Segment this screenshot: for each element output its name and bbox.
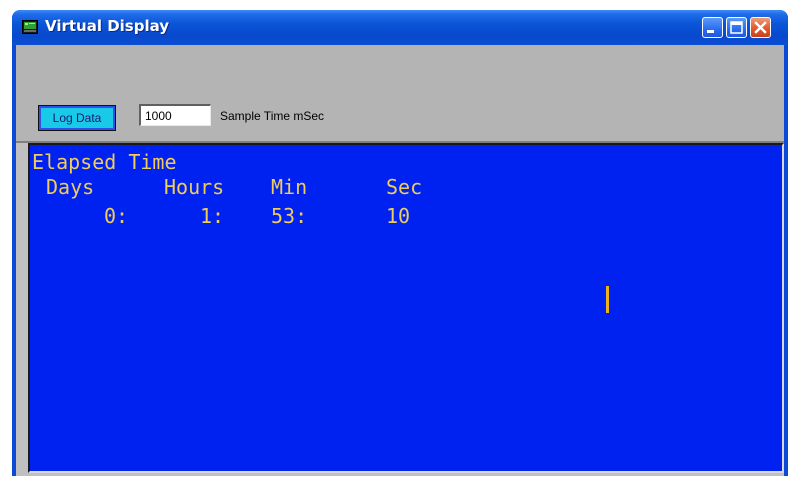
title-bar[interactable]: Virtual Display bbox=[12, 10, 788, 45]
sec-value: 10 bbox=[386, 204, 411, 228]
sample-time-label: Sample Time mSec bbox=[220, 109, 325, 123]
log-data-button[interactable]: Log Data bbox=[38, 105, 116, 131]
client-area: Log Data 1000 Sample Time mSec Elapsed T… bbox=[16, 45, 784, 476]
min-value: 53: bbox=[271, 204, 308, 228]
close-button[interactable] bbox=[750, 17, 771, 38]
app-icon bbox=[22, 19, 38, 34]
minimize-button[interactable] bbox=[702, 17, 723, 38]
elapsed-time-heading: Elapsed Time bbox=[32, 150, 177, 174]
days-value: 0: bbox=[104, 204, 129, 228]
sample-time-input[interactable]: 1000 bbox=[139, 104, 211, 126]
days-column-label: Days bbox=[46, 175, 95, 199]
hours-value: 1: bbox=[200, 204, 225, 228]
window-title: Virtual Display bbox=[45, 17, 170, 35]
min-column-label: Min bbox=[271, 175, 308, 199]
hours-column-label: Hours bbox=[164, 175, 225, 199]
virtual-display-screen: Elapsed Time Days Hours Min Sec 0: 1: 53… bbox=[28, 143, 784, 473]
app-window: Virtual Display Log Data 1000 Sample Tim… bbox=[12, 10, 788, 476]
maximize-button[interactable] bbox=[726, 17, 747, 38]
control-panel: Log Data 1000 Sample Time mSec bbox=[16, 45, 784, 143]
text-cursor bbox=[606, 286, 609, 313]
sec-column-label: Sec bbox=[386, 175, 423, 199]
